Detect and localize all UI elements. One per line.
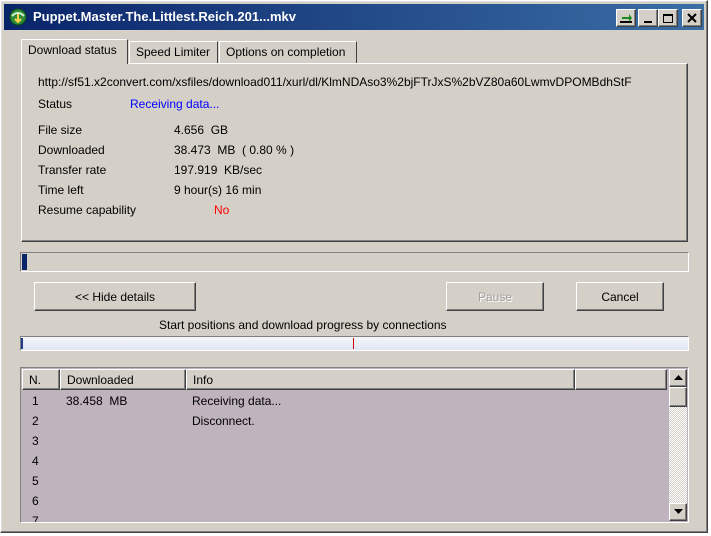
hide-details-button[interactable]: << Hide details: [34, 282, 196, 311]
table-row[interactable]: 5: [22, 471, 667, 491]
arrow-down-icon: [673, 509, 683, 514]
minimize-to-tray-button[interactable]: [616, 9, 636, 27]
column-header-label: Downloaded: [67, 373, 134, 387]
table-row[interactable]: 2 Disconnect.: [22, 411, 667, 431]
table-row[interactable]: 6: [22, 491, 667, 511]
file-size-value: 4.656 GB: [174, 123, 229, 137]
transfer-rate-label: Transfer rate: [38, 163, 107, 177]
column-header-info[interactable]: Info: [186, 369, 575, 390]
scroll-down-button[interactable]: [669, 503, 687, 521]
close-icon: [687, 13, 697, 23]
close-button[interactable]: [682, 9, 702, 27]
resume-capability-label: Resume capability: [38, 203, 137, 217]
table-row[interactable]: 3: [22, 431, 667, 451]
tab-options-on-completion[interactable]: Options on completion: [219, 41, 357, 63]
row-number: 2: [32, 414, 39, 428]
row-number: 6: [32, 494, 39, 508]
title-bar[interactable]: Puppet.Master.The.Littlest.Reich.201...m…: [4, 4, 704, 30]
tab-label: Options on completion: [226, 45, 346, 59]
scroll-up-button[interactable]: [669, 369, 687, 387]
connections-caption: Start positions and download progress by…: [159, 318, 447, 332]
table-row[interactable]: 1 38.458 MB Receiving data...: [22, 391, 667, 411]
scroll-thumb[interactable]: [669, 387, 687, 407]
column-header-downloaded[interactable]: Downloaded: [60, 369, 186, 390]
time-left-value: 9 hour(s) 16 min: [174, 183, 262, 197]
table-row[interactable]: 4: [22, 451, 667, 471]
button-label: Cancel: [601, 289, 639, 304]
connection-start-marker: [21, 338, 23, 349]
tray-arrow-icon: [620, 14, 632, 23]
column-header-extra[interactable]: [575, 369, 667, 390]
file-size-label: File size: [38, 123, 83, 137]
row-number: 1: [32, 394, 39, 408]
button-label: << Hide details: [74, 289, 156, 304]
connections-progress-bar: [20, 336, 689, 351]
window-title: Puppet.Master.The.Littlest.Reich.201...m…: [33, 9, 296, 24]
button-label: Pause: [477, 289, 513, 304]
arrow-up-icon: [673, 375, 683, 380]
maximize-button[interactable]: [658, 9, 678, 27]
download-progress-fill: [22, 254, 27, 270]
list-vertical-scrollbar[interactable]: [669, 369, 687, 521]
row-info: Disconnect.: [192, 414, 255, 428]
table-row[interactable]: 7: [22, 511, 667, 523]
row-number: 7: [32, 514, 39, 523]
row-number: 5: [32, 474, 39, 488]
connections-list[interactable]: N. Downloaded Info 1 38.458 MB Receiving…: [20, 367, 689, 523]
column-header-label: Info: [193, 373, 214, 387]
cancel-button[interactable]: Cancel: [576, 282, 664, 311]
tab-speed-limiter[interactable]: Speed Limiter: [129, 41, 218, 63]
transfer-rate-value: 197.919 KB/sec: [174, 163, 263, 177]
downloaded-label: Downloaded: [38, 143, 105, 157]
download-status-panel: http://sf51.x2convert.com/xsfiles/downlo…: [21, 63, 688, 242]
maximize-icon: [663, 13, 673, 23]
status-value: Receiving data...: [130, 97, 220, 111]
minimize-button[interactable]: [638, 9, 658, 27]
tab-label: Speed Limiter: [136, 45, 211, 59]
column-header-label: N.: [29, 373, 41, 387]
column-header-number[interactable]: N.: [22, 369, 60, 390]
idm-app-icon: [9, 8, 27, 26]
connection-start-marker: [353, 338, 354, 349]
download-url: http://sf51.x2convert.com/xsfiles/downlo…: [38, 75, 632, 89]
minimize-icon: [644, 20, 652, 23]
resume-capability-value: No: [214, 203, 230, 217]
pause-button[interactable]: Pause: [446, 282, 544, 311]
time-left-label: Time left: [38, 183, 84, 197]
row-info: Receiving data...: [192, 394, 282, 408]
tab-label: Download status: [28, 43, 117, 57]
list-header: N. Downloaded Info: [22, 369, 667, 390]
download-dialog: Puppet.Master.The.Littlest.Reich.201...m…: [0, 0, 708, 533]
tab-download-status[interactable]: Download status: [21, 39, 128, 64]
row-number: 4: [32, 454, 39, 468]
download-progress-bar: [20, 252, 689, 272]
row-downloaded: 38.458 MB: [66, 394, 128, 408]
row-number: 3: [32, 434, 39, 448]
downloaded-value: 38.473 MB ( 0.80 % ): [174, 143, 295, 157]
status-label: Status: [38, 97, 73, 111]
